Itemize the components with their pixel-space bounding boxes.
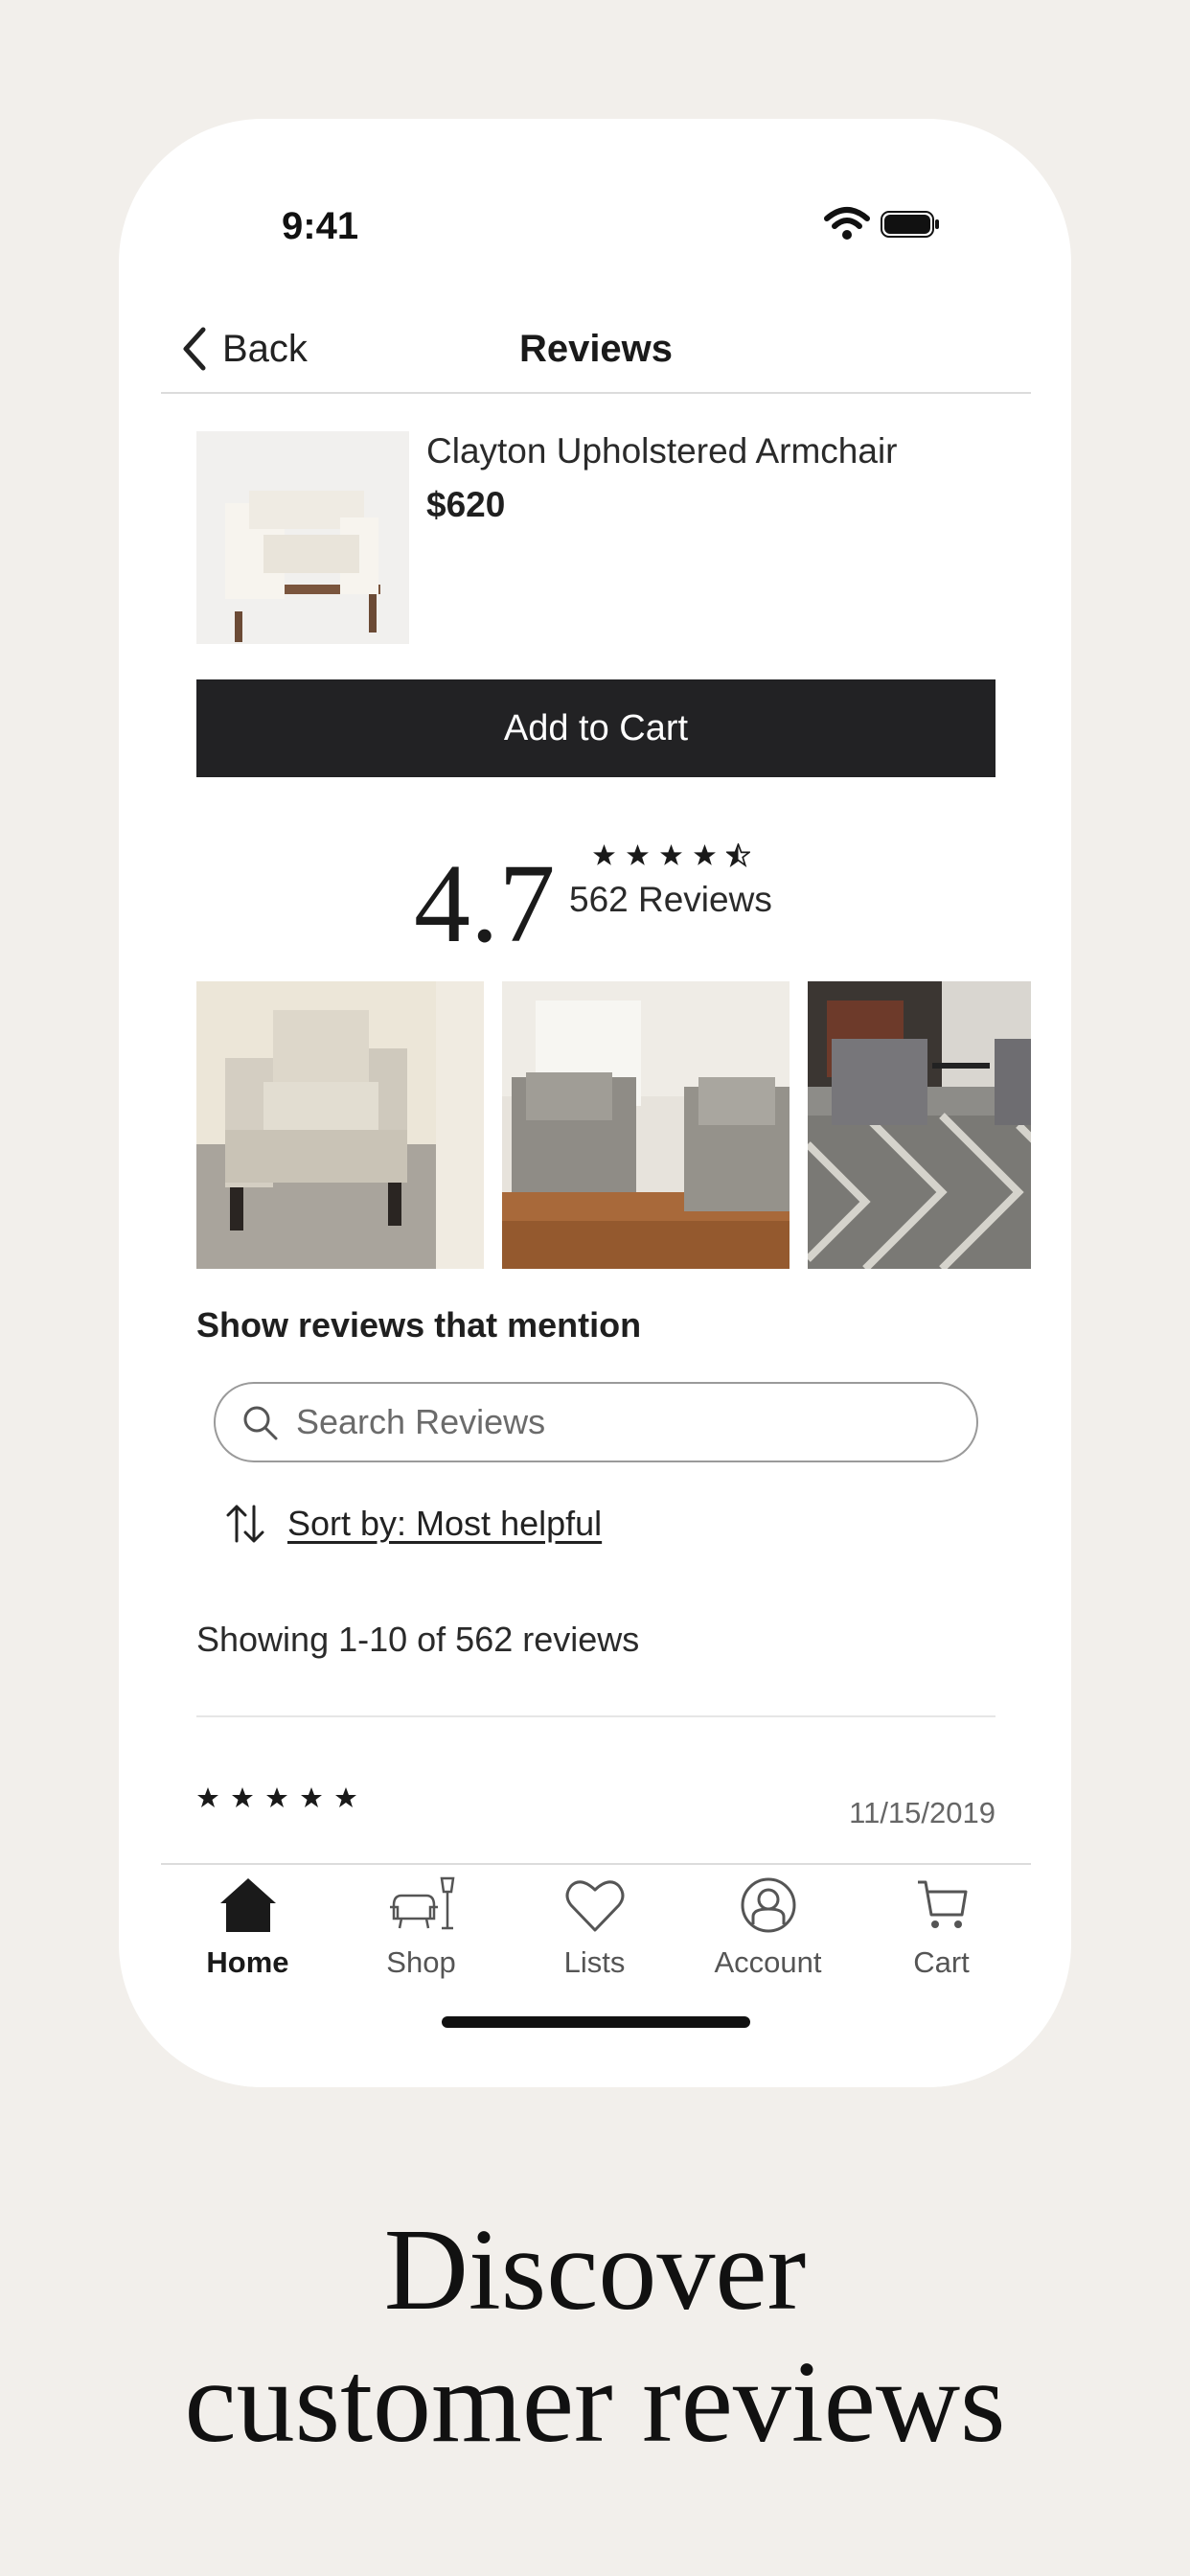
sort-label: Sort by: Most helpful [287,1504,603,1543]
wifi-icon [824,207,870,240]
chair-lamp-icon [389,1876,454,1930]
phone-frame: 9:41 Back Reviews Clayton Upholstered Ar… [119,119,1071,2087]
status-time: 9:41 [282,205,359,247]
tab-label: Shop [386,1945,456,1979]
home-icon [219,1878,276,1932]
customer-photo[interactable] [502,981,790,1269]
marketing-headline: Discover customer reviews [0,2204,1190,2469]
sort-arrows-icon [226,1505,264,1543]
product-name: Clayton Upholstered Armchair [426,431,898,471]
tab-lists[interactable]: Lists [508,1874,681,1980]
back-label: Back [222,327,308,370]
back-button[interactable]: Back [180,306,308,392]
mention-heading: Show reviews that mention [196,1305,642,1345]
review-date: 11/15/2019 [849,1796,995,1829]
star-icon [694,844,716,865]
headline-line-1: Discover [383,2205,807,2334]
results-count: Showing 1-10 of 562 reviews [196,1620,640,1659]
chevron-left-icon [183,327,206,371]
review-count: 562 Reviews [569,880,772,919]
product-image[interactable] [196,431,409,644]
tab-shop[interactable]: Shop [334,1874,508,1980]
customer-photo[interactable] [196,981,484,1269]
half-star-icon [726,843,750,867]
tab-home[interactable]: Home [161,1874,334,1980]
star-icon [593,844,615,865]
tab-account[interactable]: Account [681,1874,855,1980]
star-icon [335,1787,356,1807]
product-summary: Clayton Upholstered Armchair $620 [196,431,995,644]
star-icon [266,1787,287,1807]
cart-icon [917,1880,967,1928]
average-rating: 4.7 [414,840,556,966]
account-icon [741,1877,795,1933]
navigation-bar: Back Reviews [161,306,1031,394]
star-icon [197,1787,218,1807]
star-icon [660,844,682,865]
tab-label: Account [714,1945,822,1979]
tab-bar: Home Shop Lists Account Cart [161,1863,1031,2087]
divider [196,1715,995,1717]
heart-icon [565,1880,624,1932]
product-price: $620 [426,485,506,524]
search-input[interactable] [296,1402,928,1442]
home-indicator[interactable] [442,2016,750,2028]
star-icon [232,1787,253,1807]
star-icon [301,1787,322,1807]
customer-photo-gallery[interactable] [196,981,1031,1269]
star-icon [627,844,649,865]
add-to-cart-button[interactable]: Add to Cart [196,679,995,777]
sort-button[interactable]: Sort by: Most helpful [222,1501,602,1547]
headline-line-2: customer reviews [184,2337,1006,2467]
review-stars [196,1786,357,1809]
tab-label: Cart [913,1945,970,1979]
search-box[interactable] [214,1382,978,1462]
tab-label: Home [206,1945,289,1979]
tab-cart[interactable]: Cart [855,1874,1028,1980]
battery-icon [881,211,939,238]
customer-photo[interactable] [808,981,1031,1269]
search-icon [243,1406,278,1440]
rating-stars [592,843,750,867]
tab-label: Lists [563,1945,626,1979]
